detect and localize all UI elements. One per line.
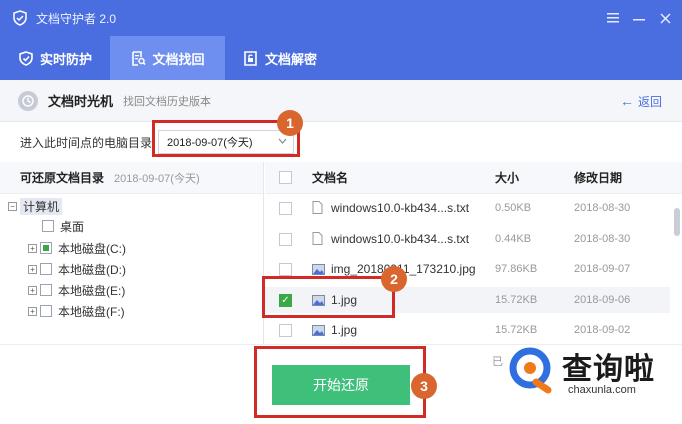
file-size: 15.72KB (495, 324, 538, 336)
section-subtitle: 找回文档历史版本 (123, 95, 212, 108)
tree-node-drive-e[interactable]: + 本地磁盘(E:) (28, 280, 125, 300)
highlight-selected-file (262, 276, 395, 318)
collapse-icon[interactable]: − (8, 201, 17, 211)
app-title: 文档守护者 2.0 (36, 11, 117, 26)
file-name-cell: windows10.0-kb434...s.txt (312, 232, 469, 246)
table-row[interactable]: windows10.0-kb434...s.txt 0.50KB 2018-08… (265, 197, 670, 219)
back-button[interactable]: ← 返回 (620, 80, 662, 122)
unlock-file-icon (243, 50, 259, 66)
step-badge-2: 2 (381, 266, 407, 292)
time-machine-icon (18, 90, 38, 111)
tree-node-computer[interactable]: − 计算机 (8, 196, 63, 216)
file-table-header: 文档名 大小 修改日期 (265, 162, 682, 194)
select-all-checkbox[interactable] (279, 171, 292, 184)
file-date: 2018-08-30 (574, 233, 631, 245)
tab-label: 文档解密 (264, 51, 317, 67)
tab-label: 实时防护 (39, 51, 92, 67)
section-header: 文档时光机 找回文档历史版本 ← 返回 (0, 80, 682, 122)
directory-label: 进入此时间点的电脑目录 (20, 135, 153, 150)
tab-label: 文档找回 (152, 51, 205, 67)
tree-label: 桌面 (60, 219, 85, 234)
file-name: 1.jpg (331, 323, 358, 337)
tree-label: 本地磁盘(D:) (58, 262, 126, 277)
table-row[interactable]: windows10.0-kb434...s.txt 0.44KB 2018-08… (265, 228, 670, 250)
file-date: 2018-09-02 (574, 324, 631, 336)
tree-label: 本地磁盘(C:) (58, 241, 126, 256)
tree-node-drive-d[interactable]: + 本地磁盘(D:) (28, 259, 126, 279)
directory-row: 进入此时间点的电脑目录 2018-09-07(今天) (0, 122, 682, 162)
file-date: 2018-08-30 (574, 202, 631, 214)
watermark-url: chaxunla.com (568, 384, 636, 396)
step-badge-3: 3 (411, 373, 437, 399)
tab-realtime-protection[interactable]: 实时防护 (0, 36, 110, 80)
minimize-icon[interactable] (628, 7, 650, 29)
file-size: 97.86KB (495, 263, 538, 275)
header-name: 文档名 (312, 171, 349, 185)
tree-node-desktop[interactable]: 桌面 (42, 216, 84, 236)
title-bar: 文档守护者 2.0 (0, 0, 682, 36)
checkbox[interactable] (42, 220, 54, 232)
left-panel-header: 可还原文档目录 2018-09-07(今天) (0, 162, 263, 194)
tree-label: 计算机 (20, 197, 63, 215)
checkbox[interactable] (40, 305, 52, 317)
tree-label: 本地磁盘(E:) (58, 283, 126, 298)
section-title: 文档时光机 (48, 94, 114, 109)
file-search-icon (130, 50, 146, 66)
file-name-cell: 1.jpg (312, 323, 357, 338)
expand-icon[interactable]: + (28, 243, 37, 253)
checkbox[interactable] (40, 263, 52, 275)
app-logo-icon (12, 10, 28, 26)
file-name: windows10.0-kb434...s.txt (331, 232, 470, 246)
restorable-directory-panel: 可还原文档目录 2018-09-07(今天) − 计算机 桌面 + 本地磁盘(C… (0, 162, 264, 344)
header-date: 修改日期 (574, 171, 623, 185)
file-size: 15.72KB (495, 294, 538, 306)
menu-icon[interactable] (602, 7, 624, 29)
back-label: 返回 (637, 94, 662, 109)
text-file-icon (312, 232, 323, 245)
tree-node-drive-f[interactable]: + 本地磁盘(F:) (28, 301, 125, 321)
text-file-icon (312, 201, 323, 214)
step-badge-1: 1 (277, 110, 303, 136)
image-file-icon (312, 325, 325, 338)
close-icon[interactable] (654, 7, 676, 29)
shield-icon (18, 50, 34, 66)
tree-node-drive-c[interactable]: + 本地磁盘(C:) (28, 238, 126, 258)
file-name-cell: windows10.0-kb434...s.txt (312, 201, 469, 215)
highlight-restore-button (254, 346, 426, 418)
file-name: windows10.0-kb434...s.txt (331, 201, 470, 215)
checkbox-partial[interactable] (40, 242, 52, 254)
file-size: 0.44KB (495, 233, 532, 245)
selection-status-text: 已 (492, 356, 503, 368)
watermark-logo-icon (509, 347, 552, 394)
expand-icon[interactable]: + (28, 285, 37, 295)
row-checkbox[interactable] (279, 263, 292, 276)
window-controls (598, 0, 676, 36)
watermark: 查询啦 chaxunla.com (508, 342, 678, 402)
tab-document-decrypt[interactable]: 文档解密 (225, 36, 335, 80)
file-date: 2018-09-06 (574, 294, 631, 306)
checkbox[interactable] (40, 284, 52, 296)
expand-icon[interactable]: + (28, 306, 37, 316)
left-panel-date: 2018-09-07(今天) (114, 172, 200, 185)
table-row[interactable]: 1.jpg 15.72KB 2018-09-02 (265, 319, 670, 341)
row-checkbox[interactable] (279, 324, 292, 337)
tab-bar: 实时防护 文档找回 文档解密 (0, 36, 682, 80)
left-panel-title: 可还原文档目录 (20, 171, 105, 185)
file-date: 2018-09-07 (574, 263, 631, 275)
expand-icon[interactable]: + (28, 264, 37, 274)
row-checkbox[interactable] (279, 202, 292, 215)
tree-label: 本地磁盘(F:) (58, 304, 125, 319)
header-size: 大小 (495, 171, 520, 185)
watermark-text: 查询啦 (562, 352, 655, 387)
file-size: 0.50KB (495, 202, 532, 214)
tab-document-recovery[interactable]: 文档找回 (110, 36, 225, 80)
arrow-left-icon: ← (619, 93, 634, 109)
row-checkbox[interactable] (279, 233, 292, 246)
scrollbar[interactable] (674, 208, 680, 236)
